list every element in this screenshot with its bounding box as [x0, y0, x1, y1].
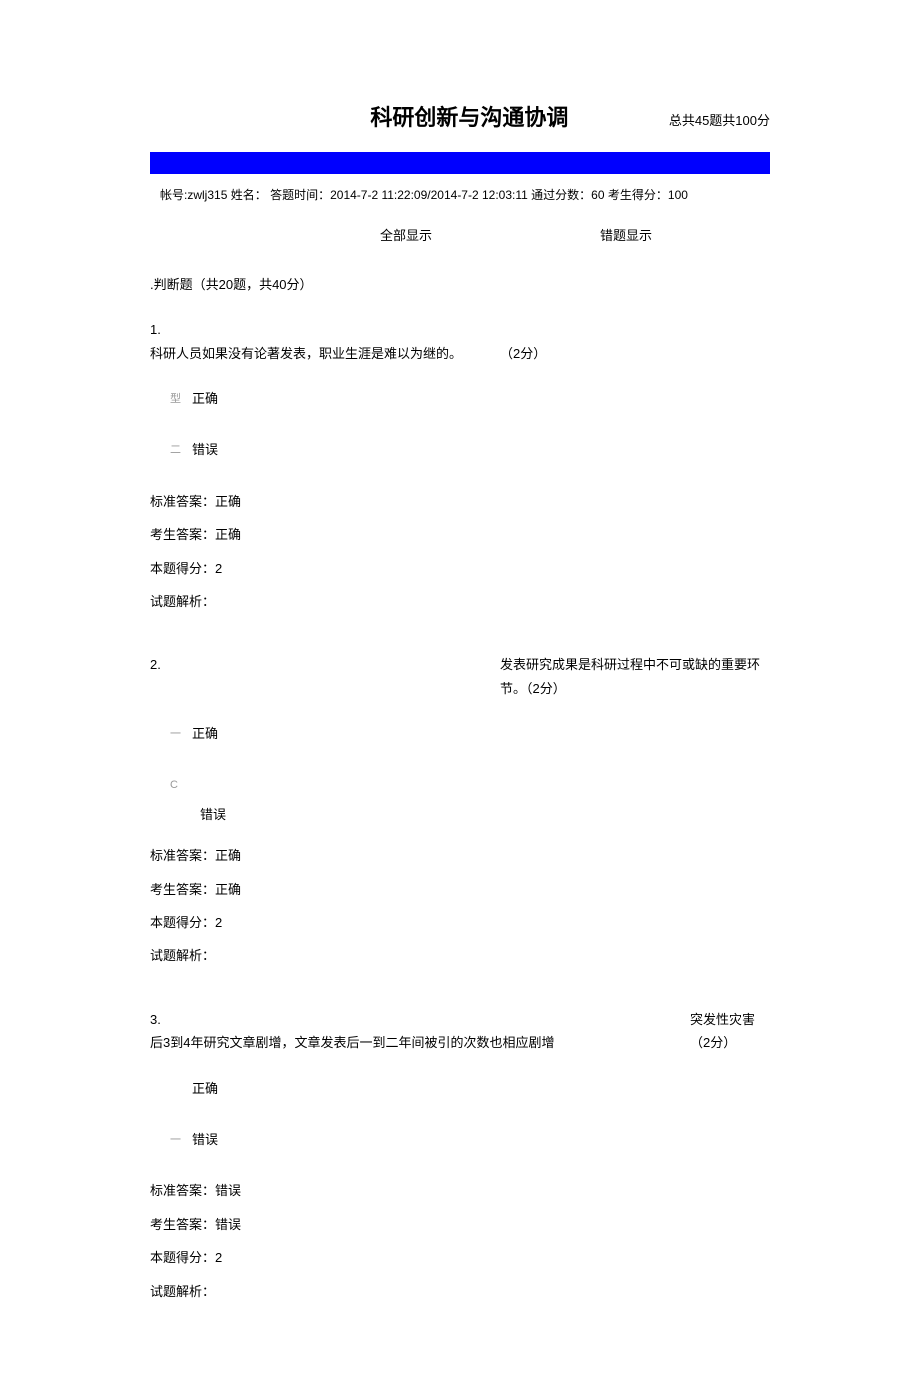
- q1-options: 型正确 二错误: [150, 387, 770, 462]
- value: 正确: [215, 527, 241, 542]
- q3-num: 3.: [150, 1008, 690, 1031]
- label: 考生答案：: [150, 1217, 215, 1232]
- q3-analysis: 试题解析：: [150, 1280, 770, 1303]
- section-header: .判断题（共20题，共40分）: [150, 274, 770, 293]
- q2-option-wrong[interactable]: C 错误: [150, 773, 770, 826]
- pass-value: 60: [591, 188, 604, 202]
- q2-std-answer: 标准答案：正确: [150, 844, 770, 867]
- q1-std-answer: 标准答案：正确: [150, 490, 770, 513]
- q3-option-wrong[interactable]: 一错误: [150, 1128, 770, 1151]
- label: 试题解析：: [150, 948, 215, 963]
- value: 正确: [215, 494, 241, 509]
- question-1: 1. 科研人员如果没有论著发表，职业生涯是难以为继的。 （2分） 型正确 二错误…: [150, 318, 770, 613]
- time-value: 2014-7-2 11:22:09/2014-7-2 12:03:11: [330, 188, 528, 202]
- value: 2: [215, 561, 222, 576]
- label: 本题得分：: [150, 561, 215, 576]
- label: 考生答案：: [150, 882, 215, 897]
- tab-spacer: [150, 225, 380, 244]
- option-label: 错误: [170, 803, 770, 826]
- q3-right-text: 突发性灾害（2分）: [690, 1008, 770, 1055]
- value: 错误: [215, 1183, 241, 1198]
- q1-user-answer: 考生答案：正确: [150, 523, 770, 546]
- value: 正确: [215, 882, 241, 897]
- pass-label: 通过分数：: [531, 188, 591, 202]
- tab-all[interactable]: 全部显示: [380, 225, 600, 244]
- question-3: 3. 后3到4年研究文章剧增，文章发表后一到二年间被引的次数也相应剧增 突发性灾…: [150, 1008, 770, 1303]
- label: 考生答案：: [150, 527, 215, 542]
- q1-option-wrong[interactable]: 二错误: [150, 438, 770, 461]
- score-label: 考生得分：: [608, 188, 668, 202]
- label: 本题得分：: [150, 1250, 215, 1265]
- option-label: 错误: [192, 1132, 218, 1147]
- account-label: 帐号:: [160, 188, 187, 202]
- blue-divider: [150, 152, 770, 174]
- tabs: 全部显示 错题显示: [150, 225, 770, 244]
- q3-text: 后3到4年研究文章剧增，文章发表后一到二年间被引的次数也相应剧增: [150, 1031, 690, 1054]
- q1-option-correct[interactable]: 型正确: [150, 387, 770, 410]
- page: 科研创新与沟通协调 总共45题共100分 帐号:zwlj315 姓名： 答题时间…: [0, 0, 920, 1393]
- option-label: 正确: [192, 726, 218, 741]
- value: 错误: [215, 1217, 241, 1232]
- header-row: 科研创新与沟通协调 总共45题共100分: [150, 100, 770, 132]
- name-label: 姓名：: [231, 188, 267, 202]
- q2-text: 发表研究成果是科研过程中不可或缺的重要环节。（2分）: [500, 653, 770, 700]
- summary-text: 总共45题共100分: [669, 110, 770, 129]
- q3-std-answer: 标准答案：错误: [150, 1179, 770, 1202]
- q1-num: 1.: [150, 318, 770, 341]
- label: 试题解析：: [150, 594, 215, 609]
- q3-option-correct[interactable]: 正确: [150, 1077, 770, 1100]
- meta-line: 帐号:zwlj315 姓名： 答题时间：2014-7-2 11:22:09/20…: [150, 182, 770, 225]
- q2-num: 2.: [150, 653, 500, 700]
- q1-text: 科研人员如果没有论著发表，职业生涯是难以为继的。: [150, 342, 500, 365]
- option-marker: 一: [170, 725, 192, 745]
- q2-score: 本题得分：2: [150, 911, 770, 934]
- q3-options: 正确 一错误: [150, 1077, 770, 1152]
- value: 正确: [215, 848, 241, 863]
- option-label: 正确: [192, 391, 218, 406]
- q2-analysis: 试题解析：: [150, 944, 770, 967]
- q3-score: 本题得分：2: [150, 1246, 770, 1269]
- label: 标准答案：: [150, 494, 215, 509]
- value: 2: [215, 915, 222, 930]
- label: 标准答案：: [150, 1183, 215, 1198]
- question-2: 2. 发表研究成果是科研过程中不可或缺的重要环节。（2分） 一正确 C 错误 标…: [150, 653, 770, 968]
- option-label: 错误: [192, 442, 218, 457]
- value: 2: [215, 1250, 222, 1265]
- option-label: 正确: [192, 1081, 218, 1096]
- q2-option-correct[interactable]: 一正确: [150, 722, 770, 745]
- score-value: 100: [668, 188, 688, 202]
- q1-score: 本题得分：2: [150, 557, 770, 580]
- q2-row: 2. 发表研究成果是科研过程中不可或缺的重要环节。（2分）: [150, 653, 770, 700]
- account-value: zwlj315: [187, 188, 227, 202]
- time-label: 答题时间：: [270, 188, 330, 202]
- option-marker: C: [170, 776, 192, 796]
- q3-user-answer: 考生答案：错误: [150, 1213, 770, 1236]
- label: 本题得分：: [150, 915, 215, 930]
- q2-options: 一正确 C 错误: [150, 722, 770, 826]
- option-marker: 二: [170, 441, 192, 461]
- q3-row: 3. 后3到4年研究文章剧增，文章发表后一到二年间被引的次数也相应剧增 突发性灾…: [150, 1008, 770, 1055]
- q2-user-answer: 考生答案：正确: [150, 878, 770, 901]
- q1-row: 科研人员如果没有论著发表，职业生涯是难以为继的。 （2分）: [150, 342, 770, 365]
- q1-points: （2分）: [500, 342, 546, 365]
- option-marker: 一: [170, 1131, 192, 1151]
- page-title: 科研创新与沟通协调: [150, 100, 669, 132]
- label: 试题解析：: [150, 1284, 215, 1299]
- option-marker: 型: [170, 390, 192, 410]
- q1-analysis: 试题解析：: [150, 590, 770, 613]
- label: 标准答案：: [150, 848, 215, 863]
- tab-wrong[interactable]: 错题显示: [600, 225, 652, 244]
- q3-left: 3. 后3到4年研究文章剧增，文章发表后一到二年间被引的次数也相应剧增: [150, 1008, 690, 1055]
